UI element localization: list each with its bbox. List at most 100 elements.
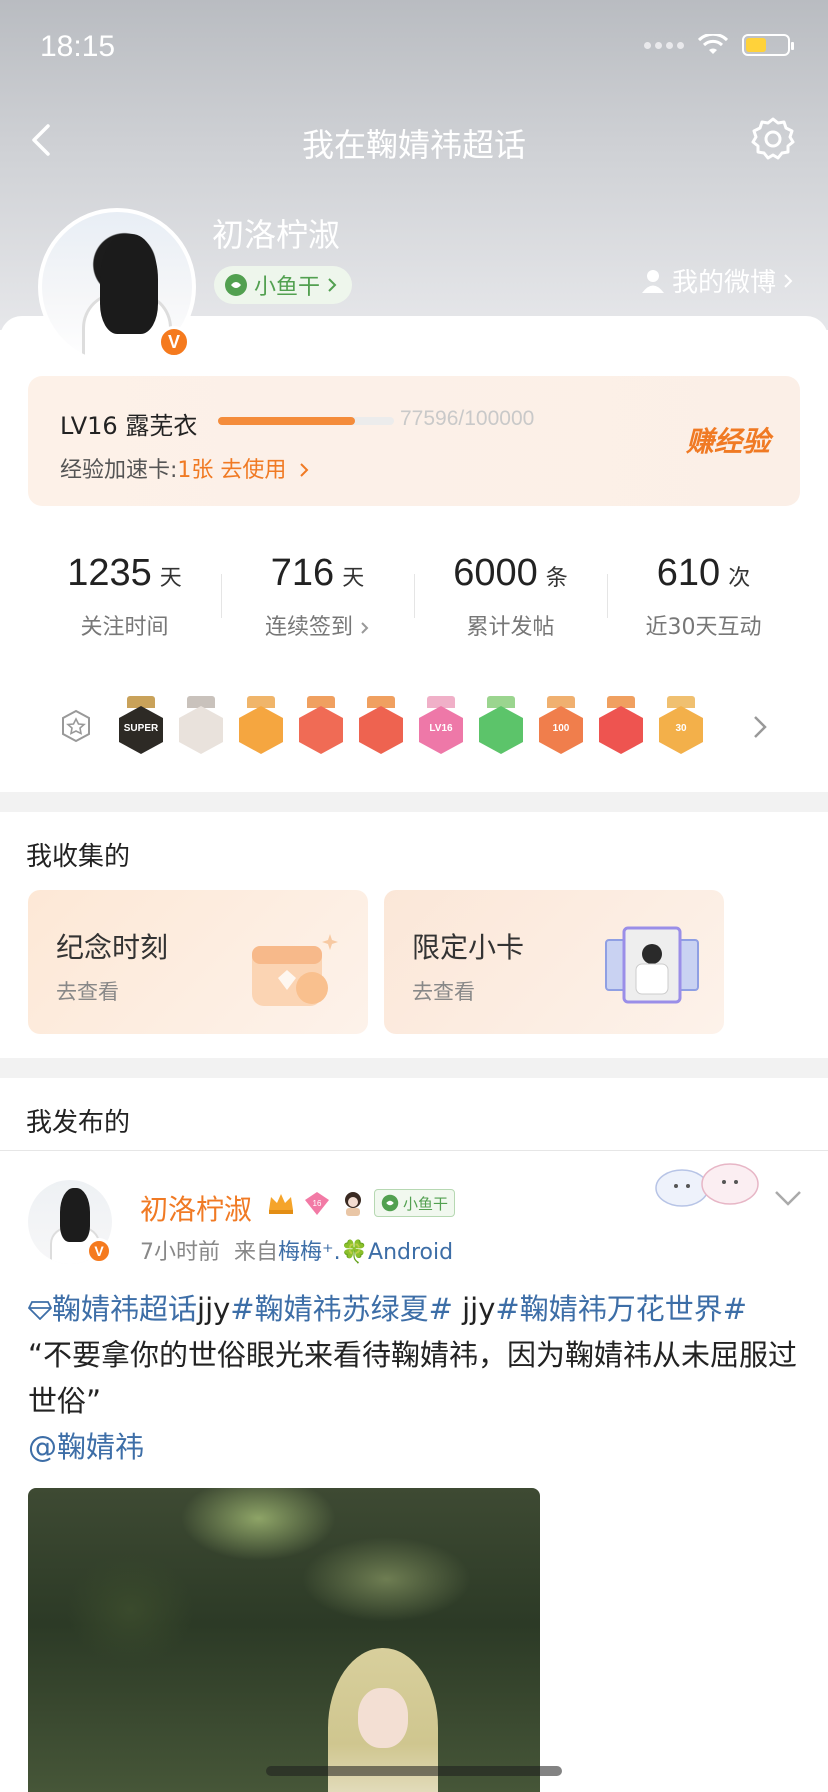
verified-badge: V [86, 1238, 112, 1264]
stat-checkin-days[interactable]: 716 天 连续签到 [221, 526, 414, 660]
badge-2 [236, 696, 286, 758]
badge-label: 100 [552, 723, 570, 734]
wifi-icon [698, 34, 728, 54]
topic-link[interactable]: #鞠婧祎苏绿夏# [230, 1292, 453, 1326]
earn-exp-button[interactable]: 赚经验 [686, 420, 770, 460]
crown-icon [269, 1194, 293, 1214]
section-divider [0, 792, 828, 812]
post-from-label: 来自 [234, 1240, 279, 1265]
stat-value: 1235 [67, 552, 152, 594]
chevron-right-icon [754, 716, 767, 738]
stat-posts: 6000 条 累计发帖 [414, 526, 607, 660]
nav-bar: 我在鞠婧祎超话 [0, 110, 828, 170]
badge-0: SUPER [116, 696, 166, 758]
post-text-segment: jjy [197, 1292, 231, 1326]
accel-card-row: 经验加速卡:1张 去使用 [60, 452, 311, 484]
level-card[interactable]: LV16 露芜衣 77596/100000 经验加速卡:1张 去使用 赚经验 [28, 376, 800, 506]
badge-wall[interactable]: SUPER LV16 100 30 [28, 678, 800, 776]
stat-label: 累计发帖 [466, 615, 555, 640]
photo-cards-icon [605, 926, 699, 1004]
status-bar: 18:15 [0, 0, 828, 100]
gift-calendar-icon [252, 934, 338, 1006]
badge-list: SUPER LV16 100 30 [116, 696, 726, 758]
collect-title: 纪念时刻 [56, 931, 169, 964]
post-author[interactable]: 初洛柠淑 [140, 1188, 252, 1228]
memorial-moments-card[interactable]: 纪念时刻 去查看 [28, 890, 368, 1034]
badge-1 [176, 696, 226, 758]
stat-label: 关注时间 [80, 615, 169, 640]
post-image[interactable] [28, 1488, 540, 1792]
chevron-right-icon [328, 278, 337, 292]
stat-interactions: 610 次 近30天互动 [607, 526, 800, 660]
badge-8 [596, 696, 646, 758]
stat-follow-days: 1235 天 关注时间 [28, 526, 221, 660]
page-title: 我在鞠婧祎超话 [301, 126, 526, 164]
collected-title: 我收集的 [26, 842, 131, 872]
badge-5: LV16 [416, 696, 466, 758]
fish-icon [225, 274, 247, 296]
section-divider [0, 1058, 828, 1078]
stat-value: 716 [270, 552, 335, 594]
fish-chip[interactable]: 小鱼干 [214, 266, 353, 304]
collect-title: 限定小卡 [412, 931, 525, 964]
divider [0, 1150, 828, 1151]
chevron-down-icon[interactable] [772, 1186, 804, 1210]
accel-card-label: 经验加速卡: [60, 458, 178, 483]
limited-cards-card[interactable]: 限定小卡 去查看 [384, 890, 724, 1034]
post-text-segment: jjy [452, 1292, 496, 1326]
gear-icon[interactable] [748, 114, 798, 164]
stat-value: 610 [656, 552, 721, 594]
level-progress-bar [218, 417, 394, 425]
badge-6 [476, 696, 526, 758]
user-icon [641, 269, 664, 293]
stat-value: 6000 [453, 552, 538, 594]
chevron-right-icon [361, 622, 369, 634]
badge-label: SUPER [123, 723, 159, 734]
my-weibo-label: 我的微博 [671, 268, 776, 298]
post-quote: “不要拿你的世俗眼光来看待鞠婧祎，因为鞠婧祎从未屈服过世俗” [28, 1338, 798, 1418]
mention-link[interactable]: @鞠婧祎 [28, 1430, 144, 1464]
badge-label: 30 [675, 723, 687, 734]
user-name: 初洛柠淑 [212, 216, 341, 254]
fish-tag-label: 小鱼干 [403, 1194, 449, 1213]
author-badges: 16 小鱼干 [266, 1188, 456, 1218]
fish-icon [381, 1194, 399, 1212]
battery-icon [742, 34, 794, 56]
post-time: 7小时前 [140, 1240, 220, 1265]
post-meta: 7小时前 来自梅梅⁺.🍀Android [140, 1234, 453, 1266]
topic-link[interactable]: #鞠婧祎万花世界# [495, 1292, 747, 1326]
level-name: LV16 露芜衣 [60, 412, 198, 440]
svg-text:16: 16 [313, 1199, 322, 1208]
stat-label: 近30天互动 [645, 615, 762, 640]
fish-tag: 小鱼干 [374, 1189, 456, 1217]
collect-sub: 去查看 [412, 980, 475, 1004]
published-title: 我发布的 [26, 1108, 131, 1138]
signal-icon [644, 41, 684, 49]
stats-row: 1235 天 关注时间 716 天 连续签到 6000 条 累计发帖 610 次 近30… [28, 526, 800, 660]
sticker-decoration-icon [655, 1163, 759, 1207]
medal-icon [62, 709, 90, 743]
stat-unit: 天 [342, 566, 365, 591]
post-source: 梅梅⁺.🍀Android [278, 1240, 454, 1265]
my-weibo-link[interactable]: 我的微博 [640, 262, 794, 299]
badge-4 [356, 696, 406, 758]
badge-label: LV16 [429, 723, 453, 734]
status-time: 18:15 [40, 30, 116, 63]
verified-badge: V [158, 326, 190, 358]
chevron-right-icon [784, 273, 793, 288]
collect-sub: 去查看 [56, 980, 119, 1004]
diamond-level-icon: 16 [305, 1192, 329, 1215]
chevron-right-icon [300, 463, 309, 477]
stat-unit: 天 [159, 566, 182, 591]
badge-3 [296, 696, 346, 758]
fish-label: 小鱼干 [254, 275, 321, 300]
status-icons [644, 34, 794, 56]
stat-unit: 条 [545, 566, 568, 591]
topic-link[interactable]: 鞠婧祎超话 [52, 1292, 197, 1326]
avatar-badge-icon [345, 1192, 361, 1216]
badge-9: 30 [656, 696, 706, 758]
post-text: 鞠婧祎超话jjy#鞠婧祎苏绿夏# jjy#鞠婧祎万花世界# “不要拿你的世俗眼光… [27, 1286, 798, 1470]
accel-card-link[interactable]: 1张 去使用 [177, 458, 286, 483]
diamond-icon [27, 1301, 53, 1321]
stat-unit: 次 [728, 566, 751, 591]
